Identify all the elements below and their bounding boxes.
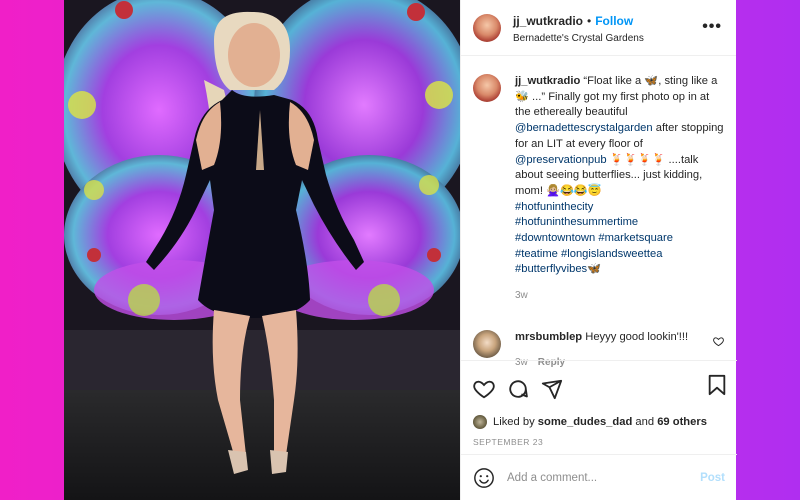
hashtag-list: #hotfuninthecity #hotfuninthesummertime …	[515, 200, 724, 279]
likes-others-link[interactable]: 69 others	[657, 416, 707, 428]
heart-icon[interactable]	[473, 378, 495, 400]
ellipsis-icon[interactable]: •••	[702, 18, 722, 36]
post-photo[interactable]	[64, 0, 460, 500]
comment-input[interactable]	[507, 471, 687, 484]
comment-item: mrsbumblep Heyyy good lookin'!!! 3w Reply	[461, 304, 736, 368]
author-username[interactable]: jj_wutkradio	[513, 14, 583, 28]
likes-prefix: Liked by	[493, 416, 535, 428]
follow-button[interactable]: Follow	[595, 14, 633, 28]
author-avatar[interactable]	[473, 13, 501, 42]
location-link[interactable]: Bernadette's Crystal Gardens	[513, 33, 644, 44]
post-actions-section: Liked by some_dudes_dad and 69 others SE…	[461, 360, 737, 447]
post-comment-button[interactable]: Post	[700, 472, 725, 484]
comment-body: mrsbumblep Heyyy good lookin'!!!	[515, 330, 688, 345]
hashtag-link[interactable]: #butterflyvibes🦋	[515, 263, 601, 275]
caption-time[interactable]: 3w	[515, 288, 724, 304]
hashtag-link[interactable]: #teatime	[515, 248, 558, 260]
liker-username[interactable]: some_dudes_dad	[538, 416, 633, 428]
bookmark-icon[interactable]	[707, 374, 727, 396]
hashtag-link[interactable]: #longislandsweettea	[561, 248, 662, 260]
caption-text: jj_wutkradio “Float like a 🦋, sting like…	[515, 74, 724, 304]
comment-text: Heyyy good lookin'!!!	[585, 330, 689, 343]
likes-middle: and	[635, 416, 655, 428]
liker-avatar[interactable]	[473, 415, 487, 429]
share-icon[interactable]	[541, 378, 563, 400]
caption-avatar[interactable]	[473, 74, 501, 102]
author-info: jj_wutkradio • Follow Bernadette's Crystal…	[513, 12, 644, 44]
comment-like-heart-icon[interactable]	[713, 336, 724, 347]
add-comment-bar: Post	[461, 454, 737, 500]
action-bar	[461, 361, 737, 405]
hashtag-link[interactable]: #downtowntown	[515, 232, 595, 244]
hashtag-link[interactable]: #hotfuninthesummertime	[515, 216, 638, 228]
post-date[interactable]: SEPTEMBER 23	[461, 429, 737, 447]
emoji-icon[interactable]	[473, 467, 495, 489]
caption-username[interactable]: jj_wutkradio	[515, 75, 580, 87]
hashtag-link[interactable]: #hotfuninthecity	[515, 201, 593, 213]
butterfly-wall-photo	[64, 0, 460, 500]
hashtag-link[interactable]: #marketsquare	[598, 232, 673, 244]
mention-link[interactable]: @preservationpub	[515, 154, 607, 166]
comment-icon[interactable]	[507, 378, 529, 400]
caption: jj_wutkradio “Float like a 🦋, sting like…	[461, 56, 736, 304]
post-sidebar: jj_wutkradio • Follow Bernadette's Crystal…	[460, 0, 737, 500]
commenter-username[interactable]: mrsbumblep	[515, 331, 582, 343]
commenter-avatar[interactable]	[473, 329, 501, 358]
mention-link[interactable]: @bernadettescrystalgarden	[515, 122, 653, 134]
header-separator: •	[587, 13, 592, 28]
post-header: jj_wutkradio • Follow Bernadette's Crystal…	[461, 0, 736, 56]
instagram-post: jj_wutkradio • Follow Bernadette's Crystal…	[64, 0, 737, 500]
likes-summary: Liked by some_dudes_dad and 69 others	[461, 405, 737, 429]
